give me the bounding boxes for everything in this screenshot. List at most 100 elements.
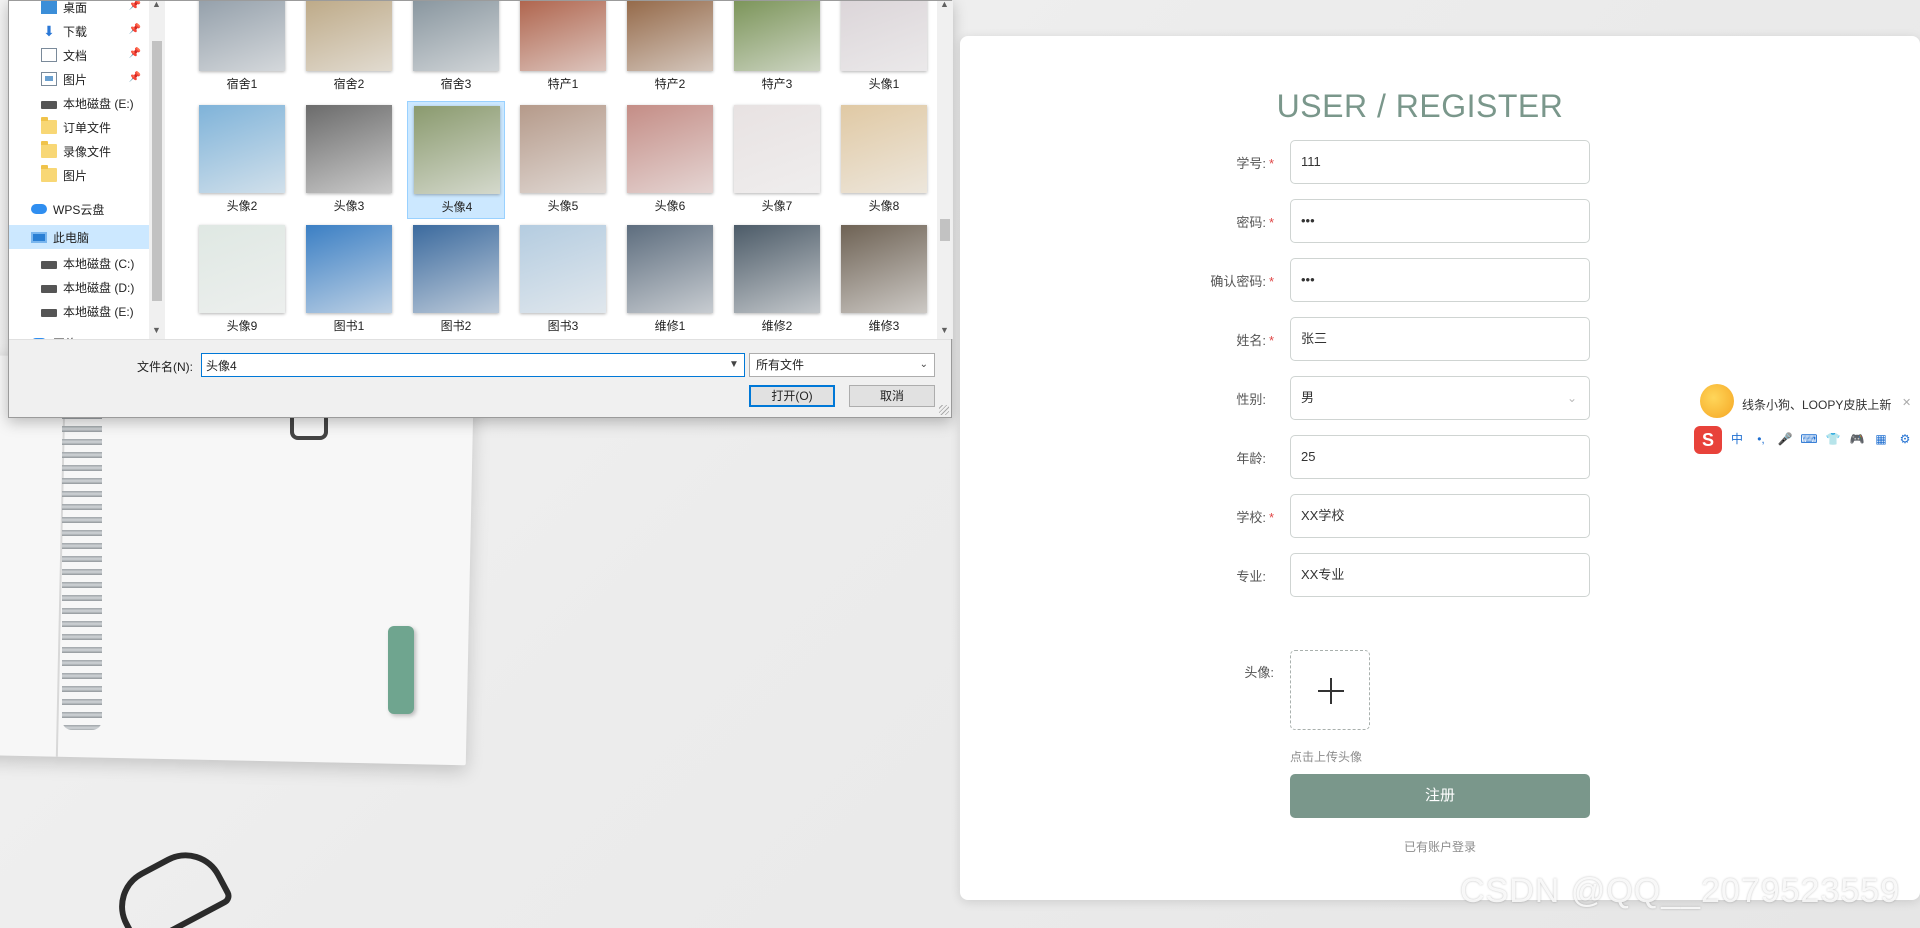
drive-icon	[41, 285, 57, 293]
form-input[interactable]: •••	[1290, 258, 1590, 302]
file-grid: 宿舍1 宿舍2 宿舍3 特产1 特产2 特产3 头像1 头像2 头像3 头像4 头像5 头像6 头像7 头…	[179, 1, 937, 339]
scroll-thumb[interactable]	[940, 219, 950, 241]
navigation-scrollbar[interactable]: ▲ ▼	[149, 0, 165, 339]
form-input[interactable]: •••	[1290, 199, 1590, 243]
file-item[interactable]: 维修2	[728, 221, 826, 339]
file-item[interactable]: 头像7	[728, 101, 826, 219]
file-thumbnail	[627, 105, 713, 193]
nav-item[interactable]: 网络	[9, 331, 149, 339]
register-button[interactable]: 注册	[1290, 774, 1590, 818]
filename-input[interactable]	[201, 353, 745, 377]
login-link[interactable]: 已有账户登录	[1290, 838, 1590, 855]
form-input[interactable]: XX学校	[1290, 494, 1590, 538]
avatar-upload[interactable]	[1290, 650, 1370, 730]
ime-tip[interactable]: 线条小狗、LOOPY皮肤上新	[1742, 396, 1891, 413]
ime-tool-icon[interactable]: 🎮	[1848, 430, 1866, 448]
file-item[interactable]: 宿舍1	[193, 1, 291, 97]
document-icon	[41, 48, 57, 62]
scroll-down-icon[interactable]: ▼	[152, 325, 161, 335]
file-item[interactable]: 头像3	[300, 101, 398, 219]
required-mark: *	[1268, 274, 1274, 289]
form-input[interactable]: 111	[1290, 140, 1590, 184]
file-label: 图书3	[547, 319, 579, 333]
file-item[interactable]: 图书3	[514, 221, 612, 339]
gender-select[interactable]: 男 ⌄	[1290, 376, 1590, 420]
filetype-select[interactable]: 所有文件 ⌄	[749, 353, 935, 377]
file-label: 维修1	[654, 319, 686, 333]
chevron-down-icon[interactable]: ▼	[725, 354, 743, 376]
nav-item[interactable]: WPS云盘	[9, 197, 149, 221]
form-input[interactable]: 张三	[1290, 317, 1590, 361]
input-value: XX学校	[1301, 508, 1345, 523]
file-thumbnail	[520, 1, 606, 71]
cancel-button[interactable]: 取消	[849, 385, 935, 407]
drive-icon	[41, 309, 57, 317]
file-item[interactable]: 头像9	[193, 221, 291, 339]
nav-item[interactable]: 图片 📌	[9, 67, 149, 91]
open-button[interactable]: 打开(O)	[749, 385, 835, 407]
file-item[interactable]: 头像1	[835, 1, 933, 97]
file-label: 图书1	[333, 319, 365, 333]
ime-toolbar: 线条小狗、LOOPY皮肤上新 ✕ S 中 •, 🎤 ⌨ 👕 🎮 ▦ ⚙	[1694, 384, 1920, 460]
download-icon: ⬇	[43, 23, 55, 39]
upload-hint: 点击上传头像	[1290, 750, 1363, 764]
file-thumbnail	[306, 225, 392, 313]
scroll-up-icon[interactable]: ▲	[152, 0, 161, 9]
file-label: 头像6	[654, 199, 686, 213]
form-input[interactable]: XX专业	[1290, 553, 1590, 597]
file-thumbnail	[413, 225, 499, 313]
file-item[interactable]: 特产1	[514, 1, 612, 97]
scroll-thumb[interactable]	[152, 41, 162, 301]
ime-tool-icon[interactable]: ⌨	[1800, 430, 1818, 448]
sun-icon[interactable]	[1700, 384, 1734, 418]
required-mark: *	[1268, 510, 1274, 525]
watermark: CSDN @QQ__2079523559	[1460, 872, 1901, 910]
nav-item[interactable]: 图片	[9, 163, 149, 187]
nav-item[interactable]: 本地磁盘 (C:)	[9, 251, 149, 275]
scroll-up-icon[interactable]: ▲	[940, 0, 949, 9]
avatar-label: 头像:	[1244, 665, 1274, 680]
nav-item-label: 图片	[63, 168, 88, 183]
content-scrollbar[interactable]: ▲ ▼	[937, 0, 953, 339]
file-item[interactable]: 维修3	[835, 221, 933, 339]
file-thumbnail	[199, 105, 285, 193]
file-item[interactable]: 头像2	[193, 101, 291, 219]
nav-item[interactable]: 文档 📌	[9, 43, 149, 67]
picture-icon	[41, 72, 57, 86]
file-item[interactable]: 头像6	[621, 101, 719, 219]
file-thumbnail	[199, 225, 285, 313]
file-item[interactable]: 特产3	[728, 1, 826, 97]
nav-item[interactable]: 本地磁盘 (D:)	[9, 275, 149, 299]
ime-tool-icon[interactable]: 🎤	[1776, 430, 1794, 448]
required-mark: *	[1268, 156, 1274, 171]
ime-tool-icon[interactable]: ⚙	[1896, 430, 1914, 448]
ime-tool-icon[interactable]: 中	[1728, 430, 1746, 448]
file-item[interactable]: 特产2	[621, 1, 719, 97]
nav-item[interactable]: ⬇ 下载 📌	[9, 19, 149, 43]
nav-item[interactable]: 本地磁盘 (E:)	[9, 91, 149, 115]
resize-grip[interactable]	[939, 405, 949, 415]
ime-tool-icon[interactable]: 👕	[1824, 430, 1842, 448]
nav-item[interactable]: 订单文件	[9, 115, 149, 139]
sogou-logo-icon[interactable]: S	[1694, 426, 1722, 454]
close-icon[interactable]: ✕	[1902, 396, 1911, 409]
nav-item[interactable]: 录像文件	[9, 139, 149, 163]
file-label: 宿舍2	[333, 77, 365, 91]
dialog-footer: 文件名(N): ▼ 所有文件 ⌄ 打开(O) 取消	[9, 339, 951, 417]
file-item[interactable]: 宿舍2	[300, 1, 398, 97]
file-item[interactable]: 宿舍3	[407, 1, 505, 97]
file-item[interactable]: 图书1	[300, 221, 398, 339]
file-item[interactable]: 维修1	[621, 221, 719, 339]
file-item[interactable]: 头像8	[835, 101, 933, 219]
nav-item[interactable]: 桌面 📌	[9, 1, 149, 19]
file-item[interactable]: 图书2	[407, 221, 505, 339]
ime-tool-icon[interactable]: •,	[1752, 430, 1770, 448]
ime-tool-icon[interactable]: ▦	[1872, 430, 1890, 448]
file-item[interactable]: 头像4	[407, 101, 505, 219]
nav-item[interactable]: 此电脑	[9, 225, 149, 249]
scroll-down-icon[interactable]: ▼	[940, 325, 949, 335]
file-item[interactable]: 头像5	[514, 101, 612, 219]
form-input[interactable]: 25	[1290, 435, 1590, 479]
nav-item[interactable]: 本地磁盘 (E:)	[9, 299, 149, 323]
file-thumbnail	[520, 105, 606, 193]
